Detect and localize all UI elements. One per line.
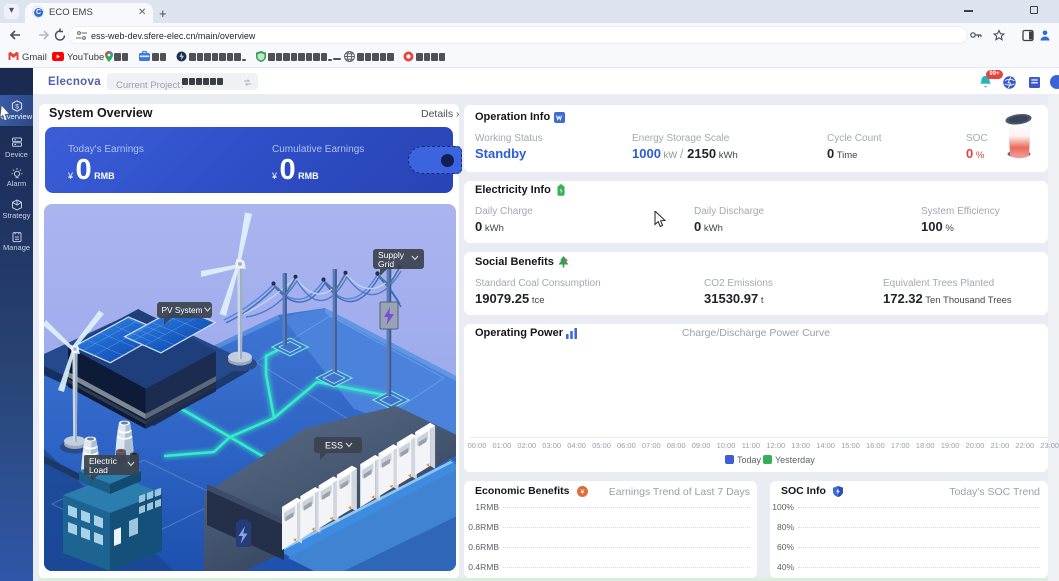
svg-text:Grid: Grid (378, 259, 394, 269)
svg-text:PV System: PV System (162, 305, 203, 315)
svg-text:Load: Load (89, 465, 108, 475)
svg-text:ESS: ESS (325, 441, 343, 451)
svg-text:$: $ (15, 103, 19, 110)
